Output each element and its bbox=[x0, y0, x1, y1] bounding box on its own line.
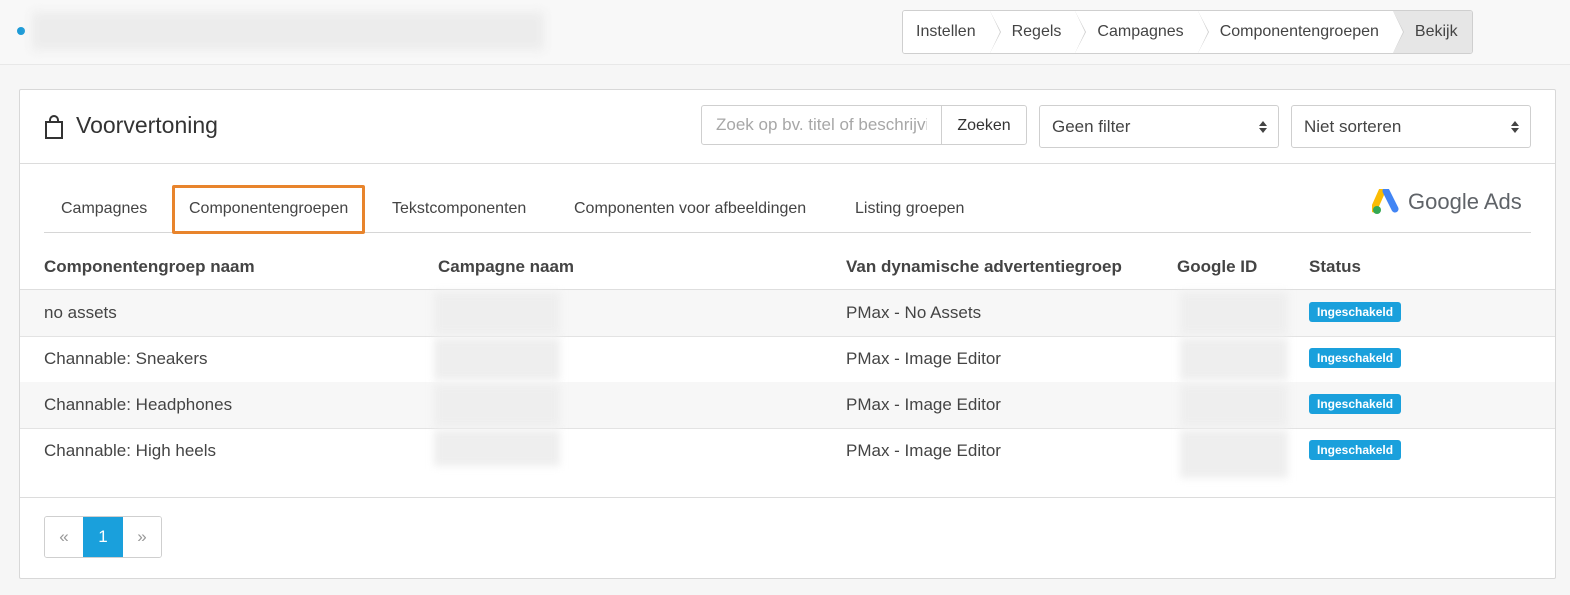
sort-select-value: Niet sorteren bbox=[1304, 117, 1402, 136]
tab-campagnes[interactable]: Campagnes bbox=[61, 184, 147, 232]
column-header: Google ID bbox=[1177, 257, 1258, 276]
breadcrumb: Instellen Regels Campagnes Componentengr… bbox=[902, 10, 1473, 54]
blurred-campaign-name bbox=[434, 384, 560, 426]
pagination-prev[interactable]: « bbox=[45, 517, 83, 557]
status-badge: Ingeschakeld bbox=[1309, 440, 1402, 460]
dynamic-group: PMax - No Assets bbox=[846, 303, 982, 322]
status-dot-icon bbox=[17, 27, 25, 35]
status-badge: Ingeschakeld bbox=[1309, 348, 1402, 368]
group-name: Channable: Sneakers bbox=[44, 349, 208, 368]
panel-title: Voorvertoning bbox=[76, 112, 218, 138]
shopping-bag-icon bbox=[45, 115, 63, 139]
blurred-campaign-name bbox=[434, 430, 560, 466]
dynamic-group: PMax - Image Editor bbox=[846, 441, 1001, 460]
breadcrumb-instellen[interactable]: Instellen bbox=[903, 11, 1001, 53]
tab-componentengroepen[interactable]: Componentengroepen bbox=[172, 185, 366, 234]
group-name: no assets bbox=[44, 303, 117, 322]
filter-select-value: Geen filter bbox=[1052, 117, 1131, 136]
blurred-campaign-name bbox=[434, 338, 560, 380]
column-header: Componentengroep naam bbox=[44, 257, 255, 276]
panel-header: Voorvertoning Zoeken Geen filter Niet so… bbox=[20, 90, 1555, 164]
breadcrumb-campagnes[interactable]: Campagnes bbox=[1075, 11, 1209, 53]
table-header: Componentengroep naam Campagne naam Van … bbox=[20, 243, 1555, 291]
status-badge: Ingeschakeld bbox=[1309, 302, 1402, 322]
filter-select[interactable]: Geen filter bbox=[1039, 105, 1279, 148]
pagination-next[interactable]: » bbox=[123, 517, 161, 557]
pagination-page-1[interactable]: 1 bbox=[83, 517, 123, 557]
dynamic-group: PMax - Image Editor bbox=[846, 349, 1001, 368]
top-bar: Instellen Regels Campagnes Componentengr… bbox=[0, 0, 1570, 65]
blurred-google-id bbox=[1180, 384, 1288, 426]
table-row: Channable: Headphones PMax - Image Edito… bbox=[20, 382, 1555, 429]
group-name: Channable: High heels bbox=[44, 441, 217, 460]
google-ads-icon bbox=[1372, 189, 1399, 214]
table-row: Channable: High heels PMax - Image Edito… bbox=[20, 428, 1555, 478]
breadcrumb-bekijk[interactable]: Bekijk bbox=[1392, 11, 1472, 53]
search-button[interactable]: Zoeken bbox=[941, 105, 1027, 145]
status-badge: Ingeschakeld bbox=[1309, 394, 1402, 414]
sort-select[interactable]: Niet sorteren bbox=[1291, 105, 1531, 148]
select-arrows-icon bbox=[1511, 121, 1519, 133]
blurred-google-id bbox=[1180, 430, 1288, 478]
google-ads-label: Google Ads bbox=[1408, 189, 1522, 214]
blurred-google-id bbox=[1180, 338, 1288, 380]
blurred-campaign-name bbox=[434, 292, 560, 334]
breadcrumb-componentengroepen[interactable]: Componentengroepen bbox=[1197, 11, 1405, 53]
blurred-page-title bbox=[32, 12, 544, 50]
pagination: « 1 » bbox=[44, 516, 162, 558]
column-header: Van dynamische advertentiegroep bbox=[846, 257, 1122, 276]
column-header: Status bbox=[1309, 257, 1361, 276]
google-ads-logo: Google Ads bbox=[1372, 189, 1522, 215]
select-arrows-icon bbox=[1259, 121, 1267, 133]
dynamic-group: PMax - Image Editor bbox=[846, 395, 1001, 414]
blurred-google-id bbox=[1180, 292, 1288, 334]
search-input[interactable] bbox=[701, 105, 942, 145]
tab-componenten-afbeeldingen[interactable]: Componenten voor afbeeldingen bbox=[574, 184, 806, 232]
group-name: Channable: Headphones bbox=[44, 395, 233, 414]
tab-tekstcomponenten[interactable]: Tekstcomponenten bbox=[392, 184, 526, 232]
table-row: Channable: Sneakers PMax - Image Editor … bbox=[20, 336, 1555, 383]
table-row: no assets PMax - No Assets Ingeschakeld bbox=[20, 290, 1555, 337]
preview-panel: Voorvertoning Zoeken Geen filter Niet so… bbox=[19, 89, 1556, 579]
breadcrumb-regels[interactable]: Regels bbox=[989, 11, 1087, 53]
column-header: Campagne naam bbox=[438, 257, 575, 276]
panel-footer-divider bbox=[20, 497, 1555, 498]
tab-bar: Campagnes Componentengroepen Tekstcompon… bbox=[44, 184, 1531, 234]
tab-listing-groepen[interactable]: Listing groepen bbox=[855, 184, 964, 232]
